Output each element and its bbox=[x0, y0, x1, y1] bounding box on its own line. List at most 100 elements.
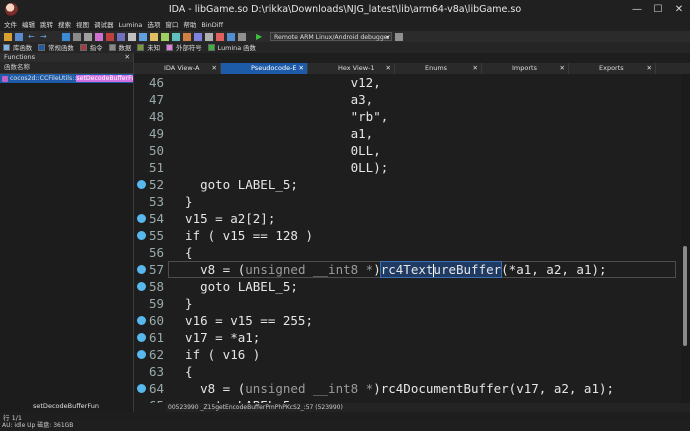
back-arrow-icon[interactable]: ← bbox=[28, 32, 36, 41]
func-icon[interactable] bbox=[216, 32, 224, 41]
close-icon[interactable]: ✕ bbox=[560, 63, 565, 74]
menu-view[interactable]: 视图 bbox=[76, 20, 94, 31]
code-text[interactable]: { bbox=[170, 363, 193, 380]
code-line[interactable]: 59 } bbox=[134, 295, 680, 312]
code-line[interactable]: 61 v17 = *a1; bbox=[134, 329, 680, 346]
menu-edit[interactable]: 编辑 bbox=[22, 20, 40, 31]
tab-exports[interactable]: Exports ✕ bbox=[569, 63, 656, 74]
code-text[interactable]: } bbox=[170, 295, 193, 312]
code-line[interactable]: 47 a3, bbox=[134, 91, 680, 108]
code-line[interactable]: 63 { bbox=[134, 363, 680, 380]
menu-debugger[interactable]: 调试器 bbox=[94, 20, 119, 31]
code-text[interactable]: if ( v15 == 128 ) bbox=[170, 227, 313, 244]
name-icon[interactable] bbox=[161, 32, 169, 41]
pseudocode-view[interactable]: 46 v12, 47 a3, 48 "rb", 49 a1, 50 0LL, 51 0LL… bbox=[134, 74, 680, 403]
line-number: 51 bbox=[148, 160, 164, 175]
struct-icon[interactable] bbox=[95, 32, 103, 41]
menu-window[interactable]: 窗口 bbox=[165, 20, 183, 31]
tab-ida-view[interactable]: IDA View-A ✕ bbox=[134, 63, 221, 74]
tab-imports[interactable]: Imports ✕ bbox=[482, 63, 569, 74]
code-text[interactable]: v8 = (unsigned __int8 *)rc4DocumentBuffe… bbox=[170, 380, 614, 397]
forward-arrow-icon[interactable]: → bbox=[40, 32, 48, 41]
legend-swatch bbox=[137, 44, 145, 51]
code-line[interactable]: 58 goto LABEL_5; bbox=[134, 278, 680, 295]
string-icon[interactable] bbox=[117, 32, 125, 41]
menu-search[interactable]: 搜索 bbox=[58, 20, 76, 31]
code-text[interactable]: goto LABEL_5; bbox=[170, 176, 298, 193]
save-icon[interactable] bbox=[15, 32, 23, 41]
code-text[interactable]: a1, bbox=[170, 125, 374, 142]
debugger-select[interactable]: Remote ARM Linux/Android debugger ▾ bbox=[270, 32, 392, 41]
code-text[interactable]: v17 = *a1; bbox=[170, 329, 260, 346]
menu-file[interactable]: 文件 bbox=[4, 20, 22, 31]
close-icon[interactable]: ✕ bbox=[125, 53, 130, 62]
play-icon[interactable]: ▶ bbox=[256, 32, 264, 41]
hex-icon[interactable] bbox=[205, 32, 213, 41]
code-text[interactable]: goto LABEL_5; bbox=[170, 278, 298, 295]
code-text[interactable]: 0LL, bbox=[170, 142, 381, 159]
menu-lumina[interactable]: Lumina bbox=[119, 20, 148, 31]
code-line[interactable]: 56 { bbox=[134, 244, 680, 261]
code-line[interactable]: 57 v8 = (unsigned __int8 *)rc4TextureBuf… bbox=[134, 261, 680, 278]
tab-enums[interactable]: Enums ✕ bbox=[395, 63, 482, 74]
code-line[interactable]: 55 if ( v15 == 128 ) bbox=[134, 227, 680, 244]
scrollbar-thumb[interactable] bbox=[683, 246, 687, 346]
line-number: 59 bbox=[148, 296, 164, 311]
code-line[interactable]: 53 } bbox=[134, 193, 680, 210]
close-icon[interactable]: ✕ bbox=[647, 63, 652, 74]
code-line[interactable]: 51 0LL); bbox=[134, 159, 680, 176]
code-line[interactable]: 54 v15 = a2[2]; bbox=[134, 210, 680, 227]
code-text[interactable]: a3, bbox=[170, 91, 374, 108]
code-line[interactable]: 48 "rb", bbox=[134, 108, 680, 125]
menu-help[interactable]: 帮助 bbox=[183, 20, 201, 31]
segment-icon[interactable] bbox=[62, 32, 70, 41]
close-icon[interactable]: ✕ bbox=[386, 63, 391, 74]
undefine-icon[interactable] bbox=[106, 32, 114, 41]
code-text[interactable]: "rb", bbox=[170, 108, 389, 125]
menu-bindiff[interactable]: BinDiff bbox=[201, 20, 228, 31]
menu-options[interactable]: 选项 bbox=[147, 20, 165, 31]
data-icon[interactable] bbox=[73, 32, 81, 41]
settings-icon[interactable] bbox=[238, 32, 246, 41]
text-icon[interactable] bbox=[84, 32, 92, 41]
code-text[interactable]: v12, bbox=[170, 74, 381, 91]
code-line[interactable]: 46 v12, bbox=[134, 74, 680, 91]
code-text[interactable]: 0LL); bbox=[170, 159, 389, 176]
menu-jump[interactable]: 跳转 bbox=[40, 20, 58, 31]
graph-icon[interactable] bbox=[183, 32, 191, 41]
close-icon[interactable]: ✕ bbox=[299, 63, 304, 74]
debugger-options-icon[interactable] bbox=[395, 32, 403, 41]
list-icon[interactable] bbox=[227, 32, 235, 41]
minimize-button[interactable]: — bbox=[630, 3, 644, 16]
code-text[interactable]: if ( v16 ) bbox=[170, 346, 260, 363]
code-line[interactable]: 49 a1, bbox=[134, 125, 680, 142]
comment-icon[interactable] bbox=[150, 32, 158, 41]
code-text[interactable]: v8 = (unsigned __int8 *)rc4TextureBuffer… bbox=[170, 261, 607, 278]
functions-column-header[interactable]: 函数名称 bbox=[0, 62, 133, 74]
open-folder-icon[interactable] bbox=[4, 32, 12, 41]
tab-pseudocode[interactable]: Pseudocode-E ✕ bbox=[221, 63, 308, 74]
code-line[interactable]: 52 goto LABEL_5; bbox=[134, 176, 680, 193]
code-line[interactable]: 60 v16 = v15 == 255; bbox=[134, 312, 680, 329]
xref-icon[interactable] bbox=[172, 32, 180, 41]
code-text[interactable]: } bbox=[170, 193, 193, 210]
close-button[interactable]: ✕ bbox=[672, 3, 686, 16]
code-text[interactable]: { bbox=[170, 244, 193, 261]
vertical-scrollbar[interactable] bbox=[681, 74, 690, 403]
toolbar: ← → ▶ Remote ARM Linux/Android debugger … bbox=[0, 31, 690, 71]
maximize-button[interactable]: ☐ bbox=[651, 3, 665, 16]
offset-icon[interactable] bbox=[139, 32, 147, 41]
array-icon[interactable] bbox=[128, 32, 136, 41]
code-line[interactable]: 62 if ( v16 ) bbox=[134, 346, 680, 363]
code-line[interactable]: 64 v8 = (unsigned __int8 *)rc4DocumentBu… bbox=[134, 380, 680, 397]
address-bar: 00523990 _Z15getEncodeBufferPmPhPKcS2_:5… bbox=[166, 403, 690, 412]
code-text[interactable]: v15 = a2[2]; bbox=[170, 210, 275, 227]
code-line[interactable]: 50 0LL, bbox=[134, 142, 680, 159]
code-text[interactable]: v16 = v15 == 255; bbox=[170, 312, 313, 329]
function-row[interactable]: cocos2d::CCFileUtils::setDecodeBufferFun bbox=[0, 74, 133, 83]
code-icon[interactable] bbox=[194, 32, 202, 41]
nav-tab[interactable]: setDecodeBufferFun bbox=[0, 400, 133, 412]
tab-hex-view[interactable]: Hex View-1 ✕ bbox=[308, 63, 395, 74]
close-icon[interactable]: ✕ bbox=[212, 63, 217, 74]
close-icon[interactable]: ✕ bbox=[473, 63, 478, 74]
